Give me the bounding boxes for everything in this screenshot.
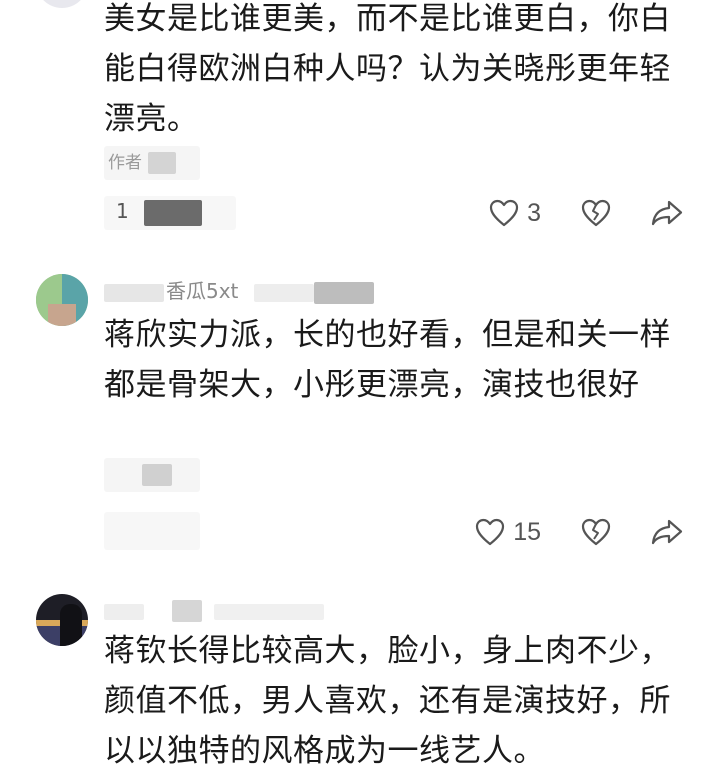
comment-item: 香瓜5xt 蒋欣实力派，长的也好看，但是和关一样都是骨架大，小彤更漂亮，演技也很… bbox=[0, 260, 719, 580]
like-count: 3 bbox=[527, 198, 541, 227]
heart-outline-icon bbox=[475, 518, 505, 546]
redacted-block bbox=[314, 282, 374, 304]
comment-item: 蒋钦长得比较高大，脸小，身上肉不少，颜值不低，男人喜欢，还有是演技好，所以以独特… bbox=[0, 580, 719, 769]
comment-time: 1 bbox=[104, 196, 236, 230]
comment-username[interactable] bbox=[104, 596, 344, 622]
avatar-image bbox=[60, 604, 82, 646]
broken-heart-icon bbox=[581, 199, 611, 227]
comment-username[interactable]: 香瓜5xt bbox=[104, 278, 404, 304]
share-button[interactable] bbox=[651, 199, 683, 227]
redacted-block bbox=[172, 600, 202, 622]
like-button[interactable]: 3 bbox=[489, 199, 541, 228]
dislike-button[interactable] bbox=[581, 199, 611, 227]
redacted-block bbox=[254, 284, 314, 302]
comment-actions: 3 bbox=[449, 193, 683, 233]
comment-author-tag: 作者 bbox=[104, 146, 200, 180]
like-count: 15 bbox=[513, 517, 541, 546]
avatar[interactable] bbox=[36, 0, 88, 8]
comment-item: 美女是比谁更美，而不是比谁更白，你白能白得欧洲白种人吗？认为关晓彤更年轻漂亮。 … bbox=[0, 0, 719, 260]
comment-text: 蒋欣实力派，长的也好看，但是和关一样都是骨架大，小彤更漂亮，演技也很好 bbox=[104, 317, 671, 403]
redacted-block bbox=[144, 200, 202, 226]
redacted-block bbox=[142, 464, 172, 486]
comment-actions: 15 bbox=[435, 512, 683, 552]
comment-author-tag bbox=[104, 458, 200, 492]
username-label: 香瓜5xt bbox=[166, 279, 239, 303]
redacted-block bbox=[214, 604, 324, 620]
redacted-block bbox=[104, 604, 144, 620]
avatar[interactable] bbox=[36, 274, 88, 326]
avatar[interactable] bbox=[36, 594, 88, 646]
heart-outline-icon bbox=[489, 199, 519, 227]
comment-text: 蒋钦长得比较高大，脸小，身上肉不少，颜值不低，男人喜欢，还有是演技好，所以以独特… bbox=[104, 633, 671, 769]
redacted-block bbox=[104, 284, 164, 302]
like-button[interactable]: 15 bbox=[475, 518, 541, 547]
share-arrow-icon bbox=[651, 518, 683, 546]
dislike-button[interactable] bbox=[581, 518, 611, 546]
comment-author-label: 作者 bbox=[108, 153, 142, 173]
broken-heart-icon bbox=[581, 518, 611, 546]
share-button[interactable] bbox=[651, 518, 683, 546]
comment-time bbox=[104, 512, 200, 550]
comment-text: 美女是比谁更美，而不是比谁更白，你白能白得欧洲白种人吗？认为关晓彤更年轻漂亮。 bbox=[104, 1, 671, 137]
avatar-image bbox=[48, 304, 76, 326]
comment-time-label: 1 bbox=[116, 199, 129, 223]
redacted-block bbox=[148, 152, 176, 174]
share-arrow-icon bbox=[651, 199, 683, 227]
